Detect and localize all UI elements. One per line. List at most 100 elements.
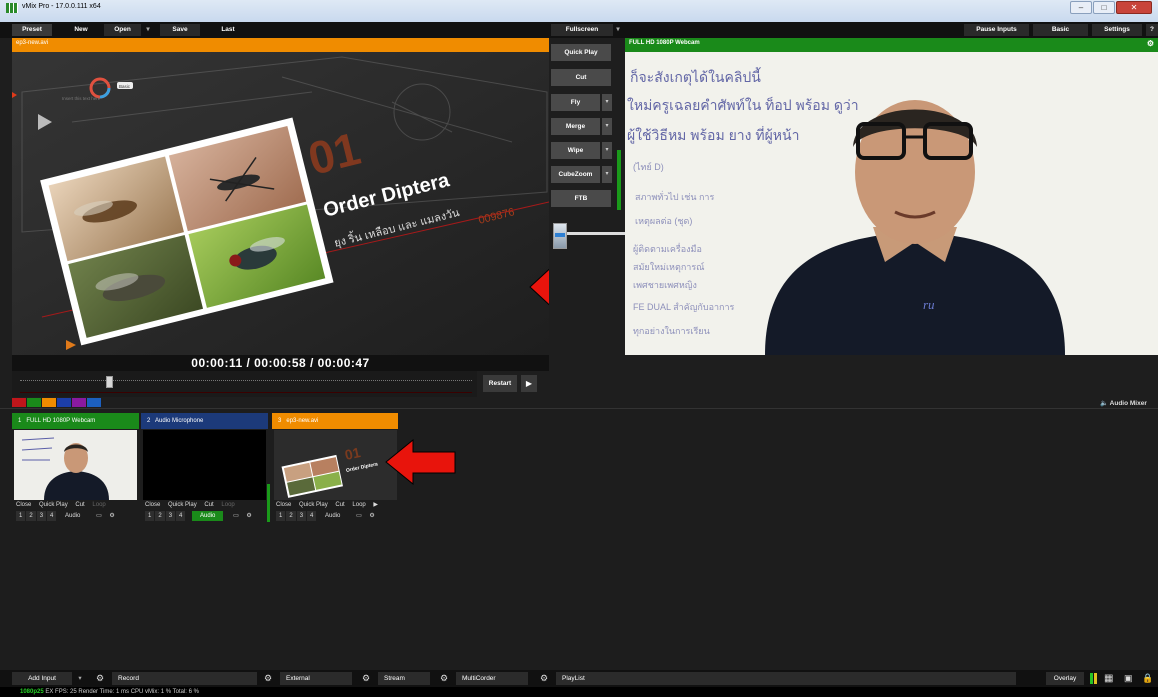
ftb-button[interactable]: FTB <box>551 190 611 207</box>
input-3-overlay-3[interactable]: 3 <box>296 511 307 521</box>
input-3-monitor-icon[interactable]: ▭ <box>356 511 362 521</box>
input-2-overlay-2[interactable]: 2 <box>155 511 165 521</box>
input-3-overlay-2[interactable]: 2 <box>286 511 296 521</box>
snapshot-icon[interactable]: ▣ <box>1124 673 1133 684</box>
new-button[interactable]: New <box>64 24 98 36</box>
input-1-overlay-4[interactable]: 4 <box>47 511 57 521</box>
input-1-monitor-icon[interactable]: ▭ <box>96 511 102 521</box>
input-1-cut-button[interactable]: Cut <box>75 500 84 510</box>
input-2-quickplay-button[interactable]: Quick Play <box>168 500 197 510</box>
external-button[interactable]: External <box>280 672 352 685</box>
t-bar-handle[interactable] <box>553 223 567 249</box>
fly-dropdown-icon[interactable]: ▾ <box>602 94 612 111</box>
input-1-header[interactable]: 1 FULL HD 1080P Webcam <box>12 413 139 429</box>
input-1-quickplay-button[interactable]: Quick Play <box>39 500 68 510</box>
add-input-dropdown-icon[interactable]: ▾ <box>74 672 86 685</box>
wipe-dropdown-icon[interactable]: ▾ <box>602 142 612 159</box>
color-swatch-1[interactable] <box>12 398 26 407</box>
quick-play-button[interactable]: Quick Play <box>551 44 611 61</box>
input-2-monitor-icon[interactable]: ▭ <box>233 511 239 521</box>
output-settings-gear-icon[interactable]: ⚙ <box>1147 39 1154 48</box>
last-button[interactable]: Last <box>210 24 246 36</box>
input-2-header[interactable]: 2 Audio Microphone <box>141 413 268 429</box>
input-3-overlay-4[interactable]: 4 <box>307 511 317 521</box>
open-dropdown-icon[interactable]: ▾ <box>143 24 153 36</box>
input-1-gear-icon[interactable]: ⚙ <box>109 511 114 521</box>
input-2-cut-button[interactable]: Cut <box>204 500 213 510</box>
overlay-button[interactable]: Overlay <box>1046 672 1084 685</box>
close-button[interactable]: ✕ <box>1116 1 1152 14</box>
input-3-loop-button[interactable]: Loop <box>352 500 365 510</box>
external-settings-gear-icon[interactable]: ⚙ <box>260 672 276 685</box>
input-2-overlay-4[interactable]: 4 <box>176 511 186 521</box>
color-swatch-2[interactable] <box>27 398 41 407</box>
multiview-grid-icon[interactable]: ▦ <box>1104 673 1113 684</box>
input-2-thumbnail[interactable] <box>143 430 266 500</box>
input-1-audio-button[interactable]: Audio <box>65 511 80 521</box>
preview-window[interactable]: Basic Insert this text here 01 Order Dip… <box>12 52 549 355</box>
scrubber-handle[interactable] <box>105 376 113 388</box>
input-1-overlay-3[interactable]: 3 <box>36 511 47 521</box>
color-swatch-4[interactable] <box>57 398 71 407</box>
merge-button[interactable]: Merge <box>551 118 600 135</box>
minimize-button[interactable]: – <box>1070 1 1092 14</box>
input-1-thumbnail[interactable] <box>14 430 137 500</box>
open-button[interactable]: Open <box>104 24 141 36</box>
fullscreen-button[interactable]: Fullscreen <box>551 24 613 36</box>
input-1-close-button[interactable]: Close <box>16 500 31 510</box>
timecode-bar: 00:00:11 / 00:00:58 / 00:00:47 <box>12 355 549 371</box>
fullscreen-dropdown-icon[interactable]: ▾ <box>613 24 623 36</box>
input-3-overlay-1[interactable]: 1 <box>276 511 286 521</box>
input-3-header[interactable]: 3 ep3-new.avi <box>272 413 398 429</box>
audio-mixer-button[interactable]: 🔈 Audio Mixer <box>1100 399 1147 407</box>
restart-button[interactable]: Restart <box>483 375 517 392</box>
cut-button[interactable]: Cut <box>551 69 611 86</box>
input-2-overlay-3[interactable]: 3 <box>165 511 176 521</box>
stream-settings-gear-icon[interactable]: ⚙ <box>358 672 374 685</box>
wipe-button[interactable]: Wipe <box>551 142 600 159</box>
lock-icon[interactable]: 🔒 <box>1142 673 1153 684</box>
fly-button[interactable]: Fly <box>551 94 600 111</box>
playlist-button[interactable]: PlayList <box>556 672 1016 685</box>
input-2-audio-button[interactable]: Audio <box>192 511 224 521</box>
input-2-loop-button[interactable]: Loop <box>221 500 234 510</box>
record-button[interactable]: Record <box>112 672 257 685</box>
input-3-quickplay-button[interactable]: Quick Play <box>299 500 328 510</box>
input-3-play-icon[interactable]: ▶ <box>373 500 378 510</box>
input-3-cut-button[interactable]: Cut <box>335 500 344 510</box>
settings-button[interactable]: Settings <box>1092 24 1142 36</box>
record-settings-gear-icon[interactable]: ⚙ <box>92 672 108 685</box>
save-button[interactable]: Save <box>160 24 200 36</box>
position-scrubber[interactable] <box>12 371 477 397</box>
input-2-gear-icon[interactable]: ⚙ <box>246 511 251 521</box>
add-input-button[interactable]: Add Input <box>12 672 72 685</box>
help-button[interactable]: ? <box>1146 24 1158 36</box>
cubezoom-button[interactable]: CubeZoom <box>551 166 600 183</box>
merge-dropdown-icon[interactable]: ▾ <box>602 118 612 135</box>
maximize-button[interactable]: □ <box>1093 1 1115 14</box>
input-3-thumbnail[interactable]: Order Diptera 01 <box>274 430 397 500</box>
input-2-overlay-1[interactable]: 1 <box>145 511 155 521</box>
playlist-settings-gear-icon[interactable]: ⚙ <box>536 672 552 685</box>
input-2-close-button[interactable]: Close <box>145 500 160 510</box>
pause-inputs-button[interactable]: Pause Inputs <box>964 24 1029 36</box>
input-3-audio-button[interactable]: Audio <box>325 511 340 521</box>
input-1-overlay-2[interactable]: 2 <box>26 511 36 521</box>
input-3-close-button[interactable]: Close <box>276 500 291 510</box>
preset-button[interactable]: Preset <box>12 24 52 36</box>
window-title: vMix Pro - 17.0.0.111 x64 <box>22 3 101 10</box>
color-swatch-6[interactable] <box>87 398 101 407</box>
input-1-loop-button[interactable]: Loop <box>92 500 105 510</box>
output-window[interactable]: ก็จะสังเกตุได้ในคลิปนี้ ใหม่ครูเฉลยคำศัพท… <box>625 52 1158 355</box>
input-1-overlay-1[interactable]: 1 <box>16 511 26 521</box>
play-icon[interactable]: ▶ <box>521 375 537 392</box>
cubezoom-dropdown-icon[interactable]: ▾ <box>602 166 612 183</box>
multicorder-settings-gear-icon[interactable]: ⚙ <box>436 672 452 685</box>
multicorder-button[interactable]: MultiCorder <box>456 672 528 685</box>
input-3-gear-icon[interactable]: ⚙ <box>369 511 374 521</box>
stream-button[interactable]: Stream <box>378 672 430 685</box>
basic-button[interactable]: Basic <box>1033 24 1088 36</box>
color-swatch-5[interactable] <box>72 398 86 407</box>
color-swatch-3[interactable] <box>42 398 56 407</box>
scrubber-track[interactable] <box>20 380 472 382</box>
